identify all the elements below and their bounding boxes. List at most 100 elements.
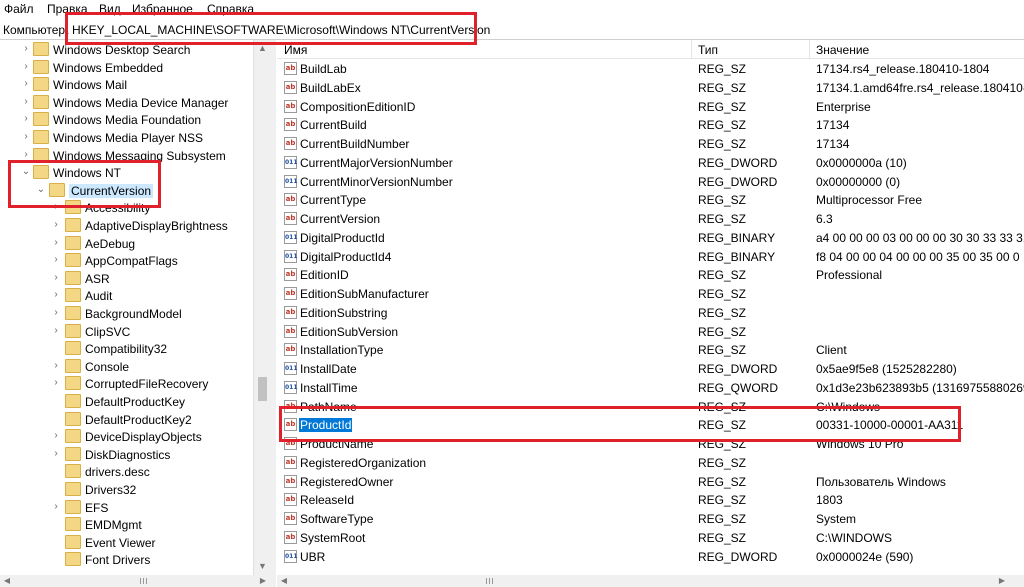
column-header-type[interactable]: Тип: [698, 43, 718, 57]
value-row[interactable]: ab CurrentBuild REG_SZ 17134: [277, 116, 1024, 134]
address-path[interactable]: HKEY_LOCAL_MACHINE\SOFTWARE\Microsoft\Wi…: [72, 23, 490, 37]
scroll-right-arrow-icon[interactable]: ▶: [995, 575, 1009, 587]
scroll-down-arrow-icon[interactable]: ▼: [254, 558, 271, 575]
value-row[interactable]: ab BuildLabEx REG_SZ 17134.1.amd64fre.rs4_r…: [277, 79, 1024, 97]
menu-help[interactable]: Справка: [207, 2, 254, 16]
tree-node[interactable]: › Audit: [0, 287, 253, 305]
tree-node[interactable]: › AeDebug: [0, 235, 253, 253]
menu-file[interactable]: Файл: [4, 2, 34, 16]
menu-edit[interactable]: Правка: [47, 2, 88, 16]
chevron-right-icon[interactable]: ›: [51, 325, 61, 336]
chevron-right-icon[interactable]: ›: [51, 431, 61, 441]
value-row[interactable]: 011 InstallDate REG_DWORD 0x5ae9f5e8 (15252…: [277, 360, 1024, 378]
menu-favorites[interactable]: Избранное: [132, 2, 193, 16]
chevron-right-icon[interactable]: ›: [51, 308, 61, 318]
chevron-right-icon[interactable]: ›: [21, 132, 31, 142]
value-row[interactable]: ab ProductId REG_SZ 00331-10000-00001-AA311: [277, 416, 1024, 434]
tree-node[interactable]: › CorruptedFileRecovery: [0, 375, 253, 393]
value-row[interactable]: ab EditionSubManufacturer REG_SZ: [277, 285, 1024, 303]
chevron-right-icon[interactable]: ›: [51, 501, 61, 512]
value-row[interactable]: ab SoftwareType REG_SZ System: [277, 510, 1024, 528]
tree-node[interactable]: EMDMgmt: [0, 516, 253, 534]
chevron-right-icon[interactable]: ›: [51, 378, 61, 388]
value-row[interactable]: ab CurrentType REG_SZ Multiprocessor Free: [277, 191, 1024, 209]
value-row[interactable]: ab EditionSubVersion REG_SZ: [277, 323, 1024, 341]
scroll-left-arrow-icon[interactable]: ◀: [0, 575, 14, 587]
list-hscroll-thumb[interactable]: [484, 578, 496, 584]
value-row[interactable]: 011 DigitalProductId4 REG_BINARY f8 04 00 0…: [277, 248, 1024, 266]
chevron-right-icon[interactable]: ›: [51, 272, 61, 283]
tree-node[interactable]: › Windows Messaging Subsystem: [0, 147, 253, 165]
value-row[interactable]: ab RegisteredOrganization REG_SZ: [277, 454, 1024, 472]
value-row[interactable]: ab EditionID REG_SZ Professional: [277, 266, 1024, 284]
tree-node[interactable]: › Windows Mail: [0, 76, 253, 94]
scroll-left-arrow-icon[interactable]: ◀: [277, 575, 291, 587]
value-row[interactable]: 011 CurrentMinorVersionNumber REG_DWORD 0x0…: [277, 173, 1024, 191]
tree-node[interactable]: › BackgroundModel: [0, 305, 253, 323]
chevron-right-icon[interactable]: ›: [21, 61, 31, 72]
value-row[interactable]: ab RegisteredOwner REG_SZ Пользователь Wind…: [277, 473, 1024, 491]
address-bar[interactable]: Компьютер\ HKEY_LOCAL_MACHINE\SOFTWARE\M…: [0, 19, 1024, 40]
chevron-right-icon[interactable]: ›: [51, 255, 61, 265]
tree-node[interactable]: Event Viewer: [0, 534, 253, 552]
value-row[interactable]: 011 InstallTime REG_QWORD 0x1d3e23b623893b5…: [277, 379, 1024, 397]
chevron-right-icon[interactable]: ›: [21, 96, 31, 107]
tree-node[interactable]: › AppCompatFlags: [0, 252, 253, 270]
chevron-down-icon[interactable]: ⌄: [36, 184, 46, 195]
chevron-right-icon[interactable]: ›: [51, 237, 61, 248]
tree-node[interactable]: › Accessibility: [0, 199, 253, 217]
value-row[interactable]: 011 CurrentMajorVersionNumber REG_DWORD 0x0…: [277, 154, 1024, 172]
tree-scroll-thumb[interactable]: [258, 377, 267, 401]
chevron-right-icon[interactable]: ›: [51, 290, 61, 300]
pane-splitter[interactable]: [270, 40, 276, 587]
tree-node[interactable]: › ClipSVC: [0, 323, 253, 341]
tree-node[interactable]: DefaultProductKey2: [0, 411, 253, 429]
value-row[interactable]: ab CurrentBuildNumber REG_SZ 17134: [277, 135, 1024, 153]
chevron-right-icon[interactable]: ›: [51, 360, 61, 371]
list-horizontal-scrollbar[interactable]: ◀ ▶: [277, 575, 1024, 587]
tree-node[interactable]: › EFS: [0, 499, 253, 517]
tree-node[interactable]: › ASR: [0, 270, 253, 288]
menu-view[interactable]: Вид: [99, 2, 121, 16]
scroll-up-arrow-icon[interactable]: ▲: [254, 40, 271, 57]
chevron-right-icon[interactable]: ›: [51, 202, 61, 212]
chevron-right-icon[interactable]: ›: [21, 44, 31, 54]
tree-node[interactable]: › Windows Desktop Search: [0, 41, 253, 59]
tree-node[interactable]: › Windows Embedded: [0, 59, 253, 77]
tree-node[interactable]: DefaultProductKey: [0, 393, 253, 411]
tree-node[interactable]: Font Drivers: [0, 551, 253, 569]
value-row[interactable]: ab CompositionEditionID REG_SZ Enterprise: [277, 98, 1024, 116]
value-row[interactable]: ab EditionSubstring REG_SZ: [277, 304, 1024, 322]
tree-node[interactable]: ⌄ CurrentVersion: [0, 182, 253, 200]
column-header-value[interactable]: Значение: [816, 43, 869, 57]
value-row[interactable]: ab SystemRoot REG_SZ C:\WINDOWS: [277, 529, 1024, 547]
column-header-name[interactable]: Имя: [284, 43, 307, 57]
chevron-right-icon[interactable]: ›: [51, 220, 61, 230]
tree-node[interactable]: › Windows Media Foundation: [0, 111, 253, 129]
value-row[interactable]: ab BuildLab REG_SZ 17134.rs4_release.180410…: [277, 60, 1024, 78]
scroll-right-arrow-icon[interactable]: ▶: [256, 575, 270, 587]
tree-node[interactable]: › Console: [0, 358, 253, 376]
tree-node[interactable]: Compatibility32: [0, 340, 253, 358]
value-row[interactable]: 011 UBR REG_DWORD 0x0000024e (590): [277, 548, 1024, 566]
chevron-right-icon[interactable]: ›: [21, 149, 31, 160]
tree-node[interactable]: › Windows Media Device Manager: [0, 94, 253, 112]
tree-node[interactable]: › DiskDiagnostics: [0, 446, 253, 464]
tree-node[interactable]: Drivers32: [0, 481, 253, 499]
tree-node[interactable]: › Windows Media Player NSS: [0, 129, 253, 147]
tree-node[interactable]: ⌄ Windows NT: [0, 164, 253, 182]
tree-vertical-scrollbar[interactable]: ▲ ▼: [253, 40, 271, 575]
value-row[interactable]: ab InstallationType REG_SZ Client: [277, 341, 1024, 359]
tree-horizontal-scrollbar[interactable]: ◀ ▶: [0, 575, 270, 587]
value-row[interactable]: ab CurrentVersion REG_SZ 6.3: [277, 210, 1024, 228]
chevron-right-icon[interactable]: ›: [51, 448, 61, 459]
tree-node[interactable]: › AdaptiveDisplayBrightness: [0, 217, 253, 235]
value-row[interactable]: ab PathName REG_SZ C:\Windows: [277, 398, 1024, 416]
tree-node[interactable]: › DeviceDisplayObjects: [0, 428, 253, 446]
tree-hscroll-thumb[interactable]: [138, 578, 150, 584]
value-row[interactable]: 011 DigitalProductId REG_BINARY a4 00 00 00…: [277, 229, 1024, 247]
chevron-down-icon[interactable]: ⌄: [21, 167, 31, 177]
chevron-right-icon[interactable]: ›: [21, 79, 31, 89]
value-row[interactable]: ab ProductName REG_SZ Windows 10 Pro: [277, 435, 1024, 453]
chevron-right-icon[interactable]: ›: [21, 114, 31, 124]
